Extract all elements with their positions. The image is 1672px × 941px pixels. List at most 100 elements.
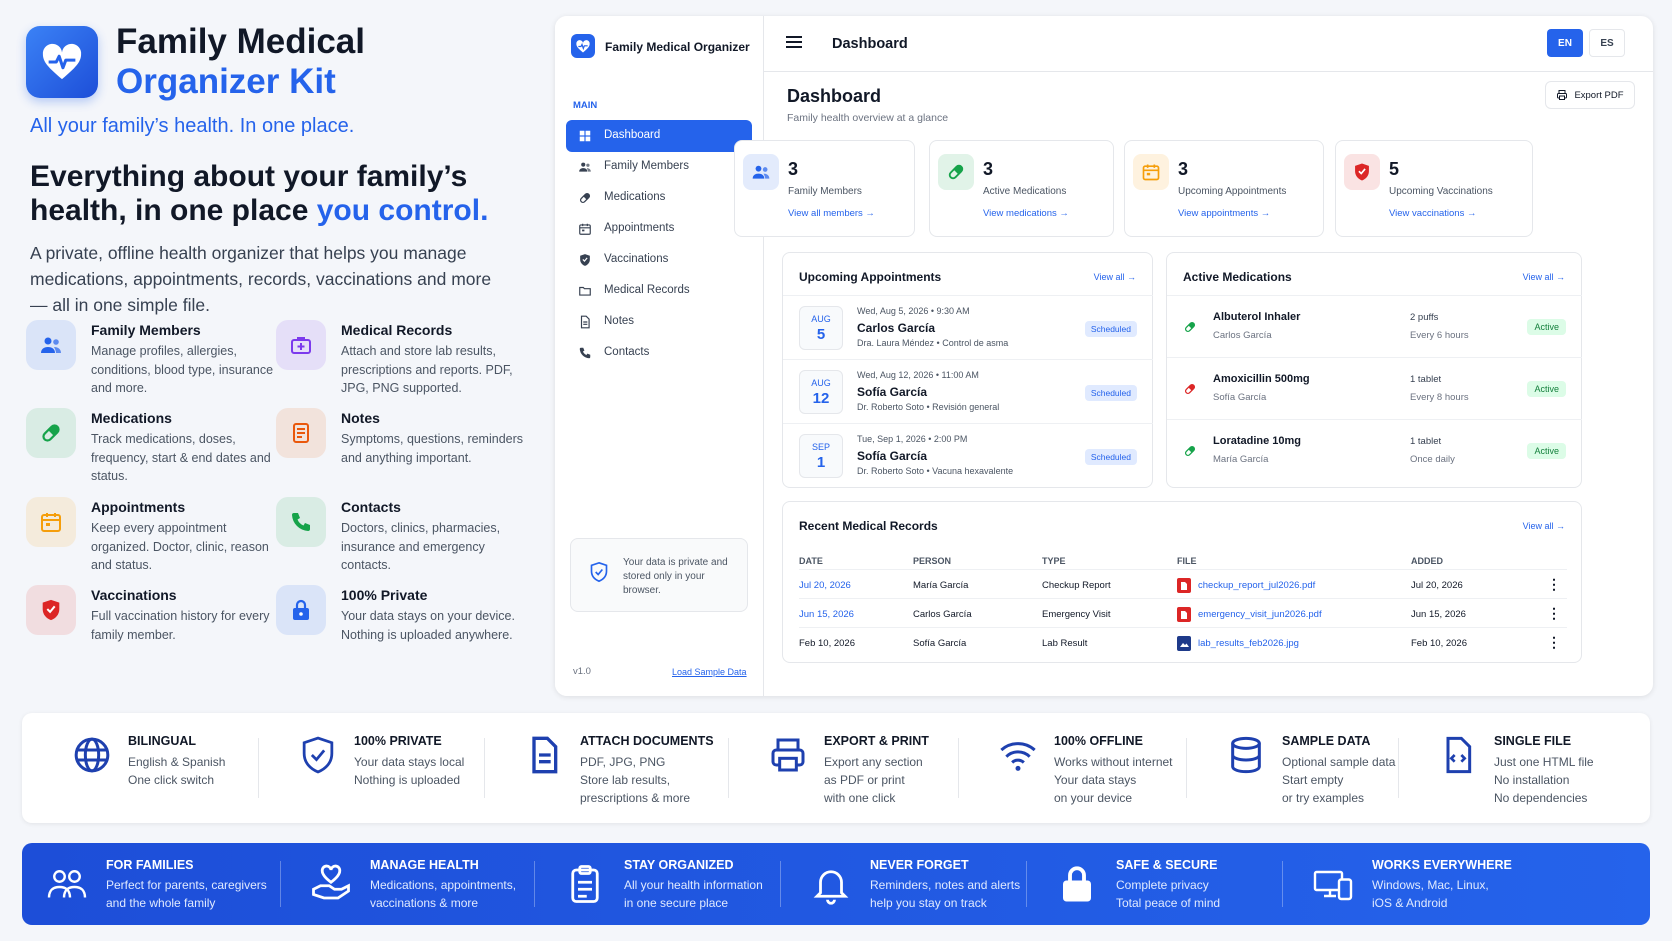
phone-icon — [578, 346, 592, 360]
benefit-for-families: FOR FAMILIES Perfect for parents, caregi… — [22, 843, 292, 925]
benefit-title: MANAGE HEALTH — [370, 858, 479, 872]
document-icon — [578, 315, 592, 329]
calendar-icon — [578, 222, 592, 236]
language-es-button[interactable]: ES — [1589, 29, 1625, 57]
nav-section-label: MAIN — [573, 100, 598, 111]
family-icon — [46, 863, 88, 905]
appointment-row[interactable]: AUG 12 Wed, Aug 12, 2026 • 11:00 AM Sofía… — [783, 359, 1153, 423]
divider — [258, 738, 259, 798]
benefit-description: Perfect for parents, caregivers and the … — [106, 878, 267, 910]
sidebar-item-label: Dashboard — [604, 129, 661, 141]
strip-feature-attach-documents: ATTACH DOCUMENTS PDF, JPG, PNG Store lab… — [496, 713, 728, 823]
column-header-added: ADDED — [1411, 556, 1444, 566]
sidebar-item-family-members[interactable]: Family Members — [566, 151, 752, 183]
strip-feature-title: SAMPLE DATA — [1282, 734, 1371, 748]
stat-link[interactable]: View appointments → — [1178, 208, 1270, 219]
divider — [1282, 861, 1283, 907]
appointment-row[interactable]: AUG 5 Wed, Aug 5, 2026 • 9:30 AM Carlos G… — [783, 295, 1153, 359]
page-title: Dashboard — [787, 86, 882, 106]
language-en-button[interactable]: EN — [1547, 29, 1583, 57]
medical-case-icon — [276, 320, 326, 370]
strip-feature-title: ATTACH DOCUMENTS — [580, 734, 714, 748]
heart-pulse-logo-icon — [26, 26, 98, 98]
card-title: Active Medications — [1183, 270, 1292, 284]
sidebar-item-appointments[interactable]: Appointments — [566, 213, 752, 245]
recent-medical-records-card: Recent Medical Records View all → DATE PE… — [782, 501, 1582, 663]
folder-icon — [578, 284, 592, 298]
record-type: Lab Result — [1042, 638, 1088, 649]
sidebar-item-label: Medications — [604, 191, 666, 203]
record-type: Checkup Report — [1042, 580, 1111, 591]
strip-feature-sample-data: SAMPLE DATA Optional sample data Start e… — [1198, 713, 1430, 823]
stat-value: 3 — [788, 159, 799, 179]
sidebar-item-notes[interactable]: Notes — [566, 306, 752, 338]
medication-row[interactable]: Albuterol Inhaler Carlos García 2 puffs … — [1167, 295, 1582, 357]
sidebar-item-label: Medical Records — [604, 284, 690, 296]
medication-name: Albuterol Inhaler — [1213, 311, 1301, 323]
sidebar-item-contacts[interactable]: Contacts — [566, 337, 752, 369]
strip-feature-title: 100% PRIVATE — [354, 734, 442, 748]
benefit-title: WORKS EVERYWHERE — [1372, 858, 1512, 872]
appointment-row[interactable]: SEP 1 Tue, Sep 1, 2026 • 2:00 PM Sofía Ga… — [783, 423, 1153, 487]
lock-icon — [1056, 863, 1098, 905]
date-month: SEP — [811, 442, 830, 452]
hamburger-menu-icon[interactable] — [786, 34, 806, 54]
more-actions-icon[interactable]: ⋮ — [1547, 576, 1561, 593]
sidebar-item-label: Family Members — [604, 160, 689, 172]
strip-feature-title: SINGLE FILE — [1494, 734, 1572, 748]
stat-link[interactable]: View vaccinations → — [1389, 208, 1476, 219]
strip-feature-single-file: SINGLE FILE Just one HTML file No instal… — [1410, 713, 1642, 823]
view-all-medications-link[interactable]: View all → — [1523, 272, 1565, 282]
appointment-detail: Dra. Laura Méndez • Control de asma — [857, 338, 1009, 348]
strip-feature-description: Export any section as PDF or print with … — [824, 755, 923, 805]
divider — [280, 861, 281, 907]
table-row[interactable]: Jun 15, 2026 Carlos García Emergency Vis… — [799, 598, 1567, 629]
strip-feature-description: Works without internet Your data stays o… — [1054, 755, 1173, 805]
more-actions-icon[interactable]: ⋮ — [1547, 634, 1561, 651]
table-row[interactable]: Jul 20, 2026 María García Checkup Report… — [799, 569, 1567, 600]
record-file-link[interactable]: emergency_visit_jun2026.pdf — [1198, 609, 1322, 620]
shield-icon — [578, 253, 592, 267]
date-badge: AUG 5 — [799, 306, 843, 350]
date-month: AUG — [811, 314, 831, 324]
strip-feature-title: EXPORT & PRINT — [824, 734, 929, 748]
status-badge: Active — [1527, 319, 1566, 335]
more-actions-icon[interactable]: ⋮ — [1547, 605, 1561, 622]
sidebar-item-medications[interactable]: Medications — [566, 182, 752, 214]
view-all-records-link[interactable]: View all → — [1523, 521, 1565, 531]
load-sample-data-link[interactable]: Load Sample Data — [672, 667, 747, 677]
code-file-icon — [1438, 735, 1478, 775]
appointment-person: Sofía García — [857, 385, 928, 399]
medication-person: Carlos García — [1213, 330, 1272, 341]
globe-icon — [72, 735, 112, 775]
appointment-detail: Dr. Roberto Soto • Revisión general — [857, 402, 1000, 412]
medication-dose: 1 tablet — [1410, 436, 1442, 447]
medication-row[interactable]: Loratadine 10mg María García 1 tablet On… — [1167, 419, 1582, 481]
appointment-person: Sofía García — [857, 449, 928, 463]
card-title: Recent Medical Records — [799, 519, 938, 533]
stat-link[interactable]: View all members → — [788, 208, 875, 219]
medication-row[interactable]: Amoxicillin 500mg Sofía García 1 tablet … — [1167, 357, 1582, 419]
date-day: 5 — [816, 326, 826, 343]
phone-icon — [276, 497, 326, 547]
database-icon — [1226, 735, 1266, 775]
export-pdf-button[interactable]: Export PDF — [1545, 81, 1635, 109]
record-file-link[interactable]: lab_results_feb2026.jpg — [1198, 638, 1299, 649]
sidebar-item-dashboard[interactable]: Dashboard — [566, 120, 752, 152]
topbar-title: Dashboard — [832, 36, 908, 52]
sidebar-item-medical-records[interactable]: Medical Records — [566, 275, 752, 307]
sidebar-item-label: Contacts — [604, 346, 650, 358]
stat-card-upcoming-appointments: 3 Upcoming Appointments View appointments … — [1124, 140, 1324, 237]
status-badge: Scheduled — [1084, 321, 1137, 337]
pill-icon — [578, 191, 592, 205]
pill-icon — [1183, 382, 1197, 396]
top-bar: Dashboard EN ES — [764, 16, 1653, 72]
table-row[interactable]: Feb 10, 2026 Sofía García Lab Result lab… — [799, 627, 1567, 658]
shield-check-icon — [589, 561, 609, 583]
strip-feature-title: 100% OFFLINE — [1054, 734, 1143, 748]
sidebar-item-vaccinations[interactable]: Vaccinations — [566, 244, 752, 276]
stat-link[interactable]: View medications → — [983, 208, 1069, 219]
record-file-link[interactable]: checkup_report_jul2026.pdf — [1198, 580, 1315, 591]
divider — [728, 738, 729, 798]
view-all-appointments-link[interactable]: View all → — [1094, 272, 1136, 282]
